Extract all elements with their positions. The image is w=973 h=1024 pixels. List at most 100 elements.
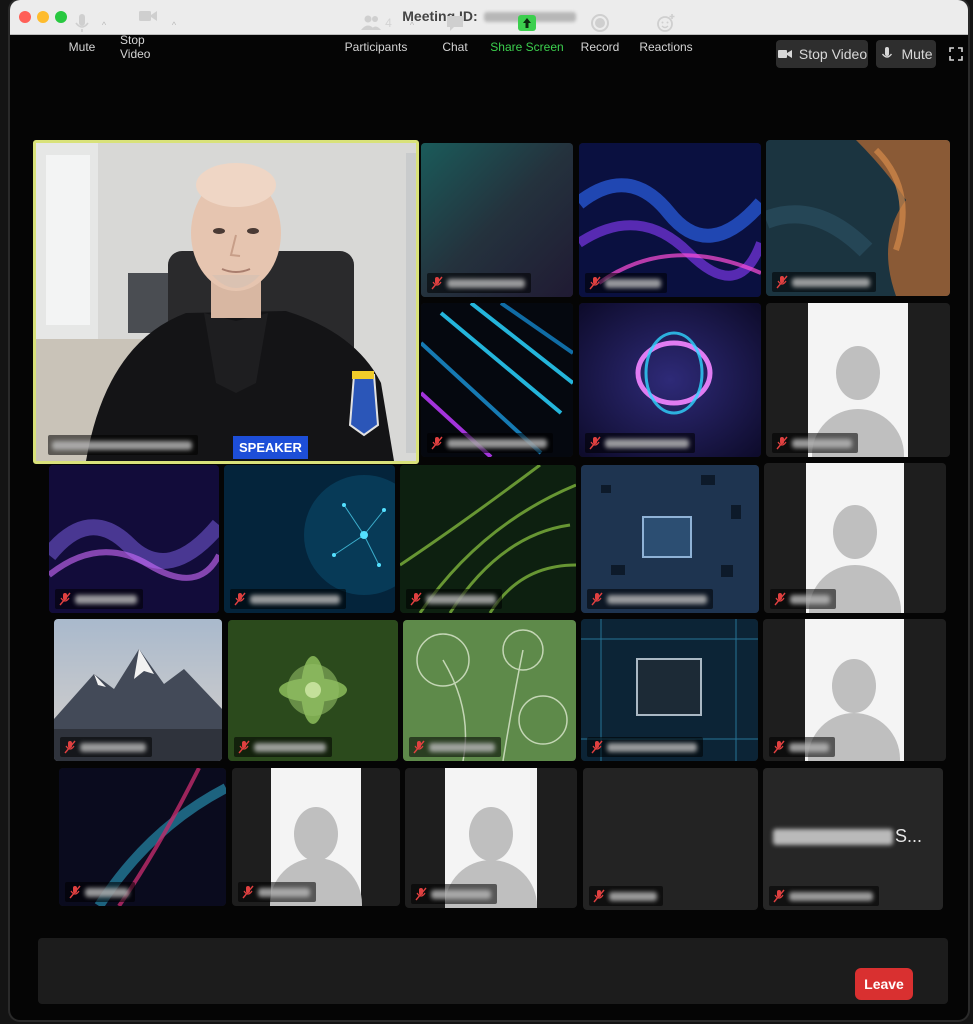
muted-microphone-icon xyxy=(415,887,427,901)
chevron-up-icon: ^ xyxy=(409,20,415,30)
record-button[interactable]: Record xyxy=(580,0,620,66)
chevron-up-icon: ^ xyxy=(101,20,107,30)
top-stop-video-button[interactable]: Stop Video xyxy=(776,40,868,68)
avatar-head xyxy=(835,346,880,401)
participant-name-label xyxy=(409,737,501,757)
meeting-toolbar xyxy=(38,938,948,1004)
participant-tile[interactable] xyxy=(579,303,761,457)
top-stop-video-label: Stop Video xyxy=(798,46,868,62)
fullscreen-button[interactable] xyxy=(944,40,968,68)
participants-options-caret[interactable]: ^ xyxy=(404,0,420,58)
muted-microphone-icon xyxy=(413,740,425,754)
name-redacted xyxy=(431,889,491,899)
name-redacted xyxy=(80,742,146,752)
muted-microphone-icon xyxy=(589,276,601,290)
participant-tile[interactable] xyxy=(228,620,398,761)
participant-tile[interactable] xyxy=(403,620,576,761)
participant-tile[interactable] xyxy=(400,465,576,613)
speaker-name-redacted xyxy=(52,440,192,450)
participants-button[interactable]: 4 Participants xyxy=(344,0,408,66)
muted-microphone-icon xyxy=(69,885,81,899)
avatar-head xyxy=(468,807,513,862)
participant-name-label xyxy=(769,737,835,757)
record-label: Record xyxy=(580,40,620,54)
participant-tile[interactable] xyxy=(581,619,758,761)
microphone-icon xyxy=(882,47,893,58)
muted-microphone-icon xyxy=(242,885,254,899)
name-redacted xyxy=(789,742,829,752)
share-screen-label: Share Screen xyxy=(490,40,564,54)
participant-tile[interactable] xyxy=(766,140,950,296)
muted-microphone-icon xyxy=(410,592,422,606)
record-icon xyxy=(591,14,609,32)
participant-tile[interactable] xyxy=(581,465,759,613)
participant-name-label xyxy=(772,433,858,453)
participant-name-suffix: S... xyxy=(895,826,923,846)
participants-icon xyxy=(361,15,382,30)
video-camera-icon xyxy=(139,11,157,21)
mute-options-caret[interactable]: ^ xyxy=(96,0,112,58)
participants-label: Participants xyxy=(344,40,408,54)
leave-meeting-button[interactable]: Leave xyxy=(855,968,913,1000)
participant-tile[interactable] xyxy=(405,768,577,908)
muted-microphone-icon xyxy=(591,740,603,754)
participant-tile[interactable] xyxy=(764,463,946,613)
muted-microphone-icon xyxy=(591,592,603,606)
participant-tile[interactable] xyxy=(766,303,950,457)
fullscreen-icon xyxy=(949,47,963,61)
share-screen-icon xyxy=(518,15,536,31)
name-redacted xyxy=(773,828,893,845)
muted-microphone-icon xyxy=(773,740,785,754)
name-redacted xyxy=(85,887,129,897)
share-screen-button[interactable]: Share Screen xyxy=(490,0,564,66)
name-redacted xyxy=(447,278,525,288)
chat-button[interactable]: Chat xyxy=(436,0,474,66)
participant-name-label xyxy=(427,273,531,293)
speaker-name-label xyxy=(48,435,198,455)
name-redacted xyxy=(447,438,547,448)
muted-microphone-icon xyxy=(431,276,443,290)
name-redacted xyxy=(607,742,697,752)
name-redacted xyxy=(605,438,689,448)
participant-name-label xyxy=(589,886,663,906)
participant-name-label xyxy=(585,273,667,293)
participant-name-label xyxy=(55,589,143,609)
top-mute-label: Mute xyxy=(901,46,933,62)
avatar-head xyxy=(832,505,877,559)
participant-name-label xyxy=(770,589,836,609)
name-redacted xyxy=(258,887,310,897)
name-redacted xyxy=(609,891,657,901)
speaker-video-tile[interactable]: SPEAKER xyxy=(33,140,419,464)
video-options-caret[interactable]: ^ xyxy=(166,0,182,58)
participant-tile[interactable] xyxy=(224,465,395,613)
speaker-camera-image xyxy=(36,143,416,461)
muted-microphone-icon xyxy=(238,740,250,754)
avatar-head xyxy=(832,658,877,713)
participant-tile[interactable] xyxy=(421,303,573,457)
participant-tile[interactable] xyxy=(579,143,761,297)
top-mute-button[interactable]: Mute xyxy=(876,40,936,68)
name-redacted xyxy=(250,594,340,604)
participant-tile[interactable] xyxy=(583,768,758,910)
participant-tile[interactable] xyxy=(54,619,222,761)
participant-tile[interactable] xyxy=(59,768,226,906)
name-redacted xyxy=(426,594,496,604)
participant-name-label xyxy=(427,433,553,453)
reactions-button[interactable]: Reactions xyxy=(638,0,694,66)
name-redacted xyxy=(254,742,326,752)
participant-name-label xyxy=(230,589,346,609)
muted-microphone-icon xyxy=(776,436,788,450)
participant-name-label xyxy=(772,272,876,292)
participant-tile[interactable]: S... xyxy=(763,768,943,910)
name-redacted xyxy=(607,594,707,604)
participant-name-label xyxy=(585,433,695,453)
name-redacted xyxy=(605,278,661,288)
participant-tile[interactable] xyxy=(421,143,573,297)
muted-microphone-icon xyxy=(774,592,786,606)
participant-tile[interactable] xyxy=(763,619,946,761)
participant-name-label xyxy=(406,589,502,609)
participants-icon-group: 4 xyxy=(360,12,392,34)
participant-tile[interactable] xyxy=(232,768,400,906)
participant-tile[interactable] xyxy=(49,465,219,613)
muted-microphone-icon xyxy=(431,436,443,450)
